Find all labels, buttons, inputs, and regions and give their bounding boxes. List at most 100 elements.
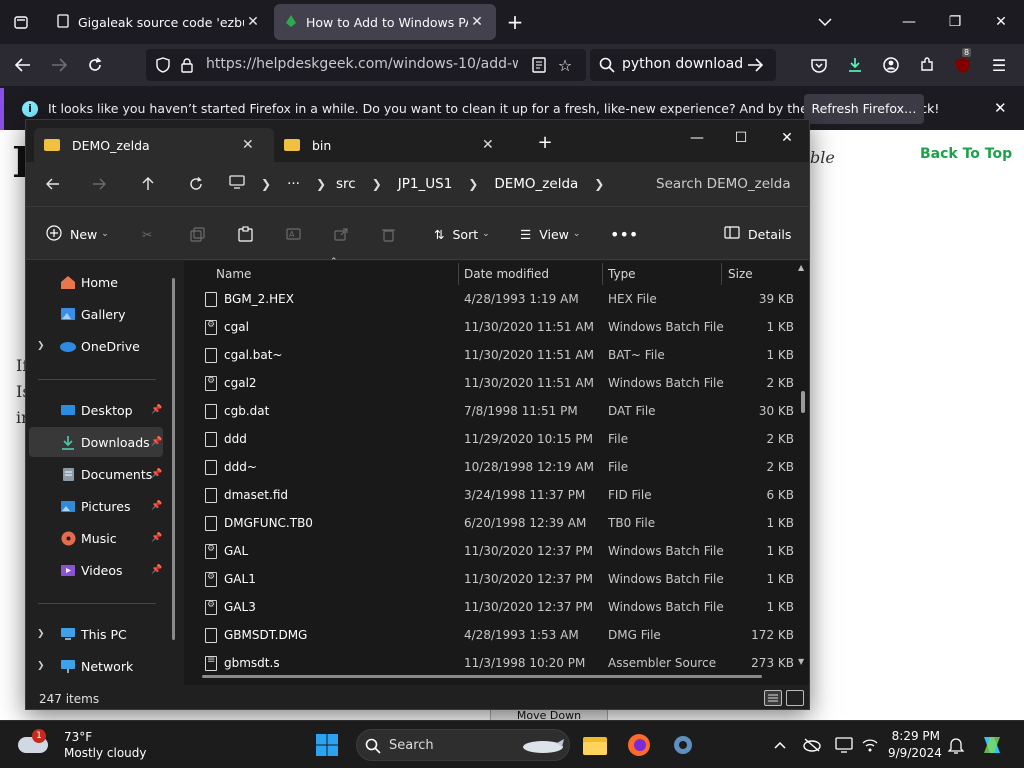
breadcrumb-chevron-icon[interactable]: ❯	[261, 177, 271, 191]
ublock-icon[interactable]: 8	[950, 48, 976, 78]
extensions-icon[interactable]	[914, 52, 940, 78]
shield-icon[interactable]	[150, 52, 176, 78]
breadcrumb-item-src[interactable]: src	[336, 176, 356, 192]
details-view-icon[interactable]	[764, 690, 782, 706]
close-tab-icon[interactable]: ✕	[482, 137, 494, 153]
onedrive-off-icon[interactable]	[800, 731, 824, 759]
column-header-type[interactable]: Type	[608, 267, 636, 281]
column-header-date[interactable]: Date modified	[464, 267, 549, 281]
column-divider[interactable]	[721, 263, 722, 285]
expand-chevron-icon[interactable]: ❯	[37, 661, 45, 671]
copy-icon[interactable]	[190, 222, 205, 246]
settings-gear-icon[interactable]	[668, 731, 698, 759]
refresh-icon[interactable]	[183, 172, 209, 196]
start-windows-icon[interactable]	[312, 731, 342, 759]
restore-icon[interactable]: ❐	[932, 0, 978, 44]
cut-icon[interactable]: ✂	[142, 222, 152, 246]
paste-icon[interactable]	[238, 222, 253, 246]
nav-item-home[interactable]: Home	[29, 267, 163, 297]
breadcrumb-chevron-icon[interactable]: ❯	[594, 177, 604, 191]
scrollbar-thumb[interactable]	[801, 391, 805, 413]
file-row[interactable]: GAL1 11/30/2020 12:37 PM Windows Batch Fil…	[184, 565, 796, 593]
breadcrumb[interactable]: ❯ ··· ❯ src ❯ JP1_US1 ❯ DEMO_zelda ❯	[229, 167, 631, 201]
pocket-icon[interactable]	[806, 52, 832, 78]
close-tab-icon[interactable]: ✕	[242, 137, 254, 153]
nav-item-this-pc[interactable]: ❯ This PC	[29, 619, 163, 649]
up-arrow-icon[interactable]	[135, 172, 161, 196]
firefox-taskbar-icon[interactable]	[624, 731, 654, 759]
file-row[interactable]: dmaset.fid 3/24/1998 11:37 PM FID File 6 KB	[184, 481, 796, 509]
chevron-down-icon[interactable]	[812, 9, 838, 35]
go-arrow-icon[interactable]	[742, 52, 768, 78]
file-row[interactable]: cgal 11/30/2020 11:51 AM Windows Batch Fil…	[184, 313, 796, 341]
tab-list-icon[interactable]	[8, 9, 34, 35]
expand-chevron-icon[interactable]: ❯	[37, 341, 45, 351]
file-row[interactable]: ddd~ 10/28/1998 12:19 AM File 2 KB	[184, 453, 796, 481]
more-options-icon[interactable]: •••	[610, 222, 638, 246]
pin-icon[interactable]: 📌	[151, 437, 162, 447]
back-to-top-link[interactable]: Back To Top	[920, 146, 1012, 162]
pin-icon[interactable]: 📌	[151, 501, 162, 511]
new-tab-icon[interactable]: +	[502, 9, 528, 35]
browser-tab-gigaleak[interactable]: Gigaleak source code 'ezbuild ✕	[46, 4, 272, 40]
nav-item-pictures[interactable]: Pictures 📌	[29, 491, 163, 521]
file-row[interactable]: gbmsdt.s 11/3/1998 10:20 PM Assembler Sour…	[184, 649, 796, 677]
maximize-icon[interactable]: ☐	[719, 124, 763, 152]
hamburger-menu-icon[interactable]: ☰	[986, 52, 1012, 78]
reader-view-icon[interactable]	[526, 52, 552, 78]
file-row[interactable]: BGM_2.HEX 4/28/1993 1:19 AM HEX File 39 KB	[184, 285, 796, 313]
copilot-icon[interactable]	[978, 731, 1006, 759]
minimize-icon[interactable]: —	[886, 0, 932, 44]
close-tab-icon[interactable]: ✕	[244, 14, 262, 30]
notification-bell-icon[interactable]	[944, 731, 968, 759]
chevron-up-icon[interactable]	[768, 731, 792, 759]
breadcrumb-chevron-icon[interactable]: ❯	[468, 177, 478, 191]
nav-pane-scrollbar[interactable]	[172, 278, 175, 640]
file-row[interactable]: GAL 11/30/2020 12:37 PM Windows Batch File…	[184, 537, 796, 565]
lock-icon[interactable]	[174, 52, 200, 78]
web-search-input[interactable]: python download	[590, 49, 776, 81]
back-arrow-icon[interactable]	[40, 172, 66, 196]
bookmark-star-icon[interactable]: ☆	[552, 52, 578, 78]
pin-icon[interactable]: 📌	[151, 533, 162, 543]
details-button[interactable]: Details	[724, 222, 791, 246]
tiles-view-icon[interactable]	[786, 690, 804, 706]
close-window-icon[interactable]: ✕	[765, 124, 809, 152]
nav-item-network[interactable]: ❯ Network	[29, 651, 163, 681]
explorer-tab-demo-zelda[interactable]: DEMO_zelda ✕	[34, 128, 274, 162]
file-row[interactable]: ddd 11/29/2020 10:15 PM File 2 KB	[184, 425, 796, 453]
file-row[interactable]: GAL3 11/30/2020 12:37 PM Windows Batch Fil…	[184, 593, 796, 621]
refresh-firefox-button[interactable]: Refresh Firefox…	[804, 94, 924, 124]
file-row[interactable]: DMGFUNC.TB0 6/20/1998 12:39 AM TB0 File 1 K…	[184, 509, 796, 537]
view-button[interactable]: ☰ View ⌄	[520, 222, 580, 246]
file-row[interactable]: GBMSDT.DMG 4/28/1993 1:53 AM DMG File 172 K…	[184, 621, 796, 649]
nav-item-desktop[interactable]: Desktop 📌	[29, 395, 163, 425]
reload-icon[interactable]	[82, 52, 108, 78]
file-row[interactable]: cgb.dat 7/8/1998 11:51 PM DAT File 30 KB	[184, 397, 796, 425]
file-explorer-taskbar-icon[interactable]	[580, 731, 610, 759]
nav-item-gallery[interactable]: Gallery	[29, 299, 163, 329]
breadcrumb-item-jp1-us1[interactable]: JP1_US1	[398, 176, 453, 192]
downloads-icon[interactable]	[842, 52, 868, 78]
account-icon[interactable]	[878, 52, 904, 78]
forward-arrow-icon[interactable]	[86, 172, 112, 196]
taskbar-search-box[interactable]: Search	[356, 729, 570, 761]
breadcrumb-item-demo-zelda[interactable]: DEMO_zelda	[494, 176, 578, 192]
forward-arrow-icon[interactable]	[46, 52, 72, 78]
rename-icon[interactable]: A	[286, 222, 301, 246]
explorer-tab-bin[interactable]: bin ✕	[274, 128, 508, 162]
breadcrumb-chevron-icon[interactable]: ❯	[372, 177, 382, 191]
pin-icon[interactable]: 📌	[151, 405, 162, 415]
close-tab-icon[interactable]: ✕	[468, 14, 486, 30]
scroll-up-icon[interactable]: ▲	[798, 263, 804, 272]
file-row[interactable]: cgal.bat~ 11/30/2020 11:51 AM BAT~ File 1 K…	[184, 341, 796, 369]
file-row[interactable]: cgal2 11/30/2020 11:51 AM Windows Batch Fi…	[184, 369, 796, 397]
new-button[interactable]: New ⌄	[46, 222, 109, 246]
nav-item-onedrive[interactable]: ❯ OneDrive	[29, 331, 163, 361]
column-divider[interactable]	[602, 263, 603, 285]
minimize-icon[interactable]: —	[675, 124, 719, 152]
back-arrow-icon[interactable]	[10, 52, 36, 78]
breadcrumb-chevron-icon[interactable]: ❯	[316, 177, 326, 191]
expand-chevron-icon[interactable]: ❯	[37, 629, 45, 639]
network-status-icon[interactable]	[858, 731, 882, 759]
